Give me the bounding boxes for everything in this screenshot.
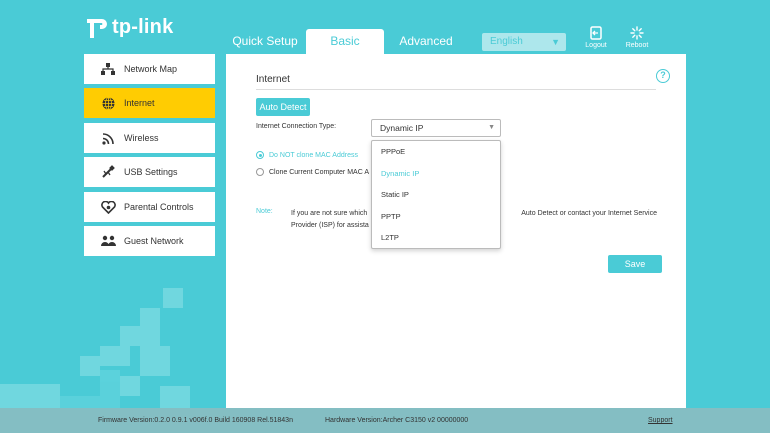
note-text-part-1: If you are not sure which [291,210,368,217]
language-select-value: English [490,36,523,47]
parental-controls-icon [100,199,116,215]
sidebar-item-label: Wireless [124,133,159,143]
sidebar-item-label: Internet [124,98,155,108]
tp-link-logo-icon [87,19,107,38]
note-text-part-3: Provider (ISP) for assista [291,222,369,229]
connection-type-value: Dynamic IP [380,123,424,133]
radio-clone-mac[interactable]: Clone Current Computer MAC A [256,168,369,176]
chevron-down-icon: ▼ [488,124,495,131]
sidebar-item-usb-settings[interactable]: USB Settings [84,157,215,187]
guest-network-icon [100,233,116,249]
tab-quick-setup[interactable]: Quick Setup [226,29,304,54]
reboot-icon [630,26,644,40]
usb-icon [100,164,116,180]
sidebar-item-label: Guest Network [124,236,184,246]
logo-text: tp-link [112,15,174,38]
sidebar-item-label: Parental Controls [124,202,194,212]
globe-icon [100,95,116,111]
help-icon[interactable]: ? [656,69,670,83]
tab-advanced[interactable]: Advanced [386,29,466,54]
connection-type-label: Internet Connection Type: [256,123,337,130]
auto-detect-button[interactable]: Auto Detect [256,98,310,116]
logout-label: Logout [585,42,607,49]
sidebar-item-parental-controls[interactable]: Parental Controls [84,192,215,222]
sidebar-item-label: Network Map [124,64,178,74]
firmware-version: Firmware Version:0.2.0 0.9.1 v006f.0 Bui… [98,417,293,424]
note-label: Note: [256,208,273,215]
radio-button-selected[interactable] [256,151,264,159]
radio-do-not-clone-mac[interactable]: Do NOT clone MAC Address [256,151,358,159]
dropdown-option-dynamic-ip[interactable]: Dynamic IP [372,163,500,185]
dropdown-option-pptp[interactable]: PPTP [372,206,500,228]
hardware-version: Hardware Version:Archer C3150 v2 0000000… [325,417,469,424]
section-title: Internet [256,74,290,85]
dropdown-option-pppoe[interactable]: PPPoE [372,141,500,163]
sidebar-item-label: USB Settings [124,167,178,177]
note-text-part-2: Auto Detect or contact your Internet Ser… [521,210,658,217]
footer: Firmware Version:0.2.0 0.9.1 v006f.0 Bui… [0,408,770,433]
connection-type-dropdown: PPPoE Dynamic IP Static IP PPTP L2TP [371,140,501,249]
language-select[interactable]: English ▼ [482,33,566,51]
sidebar-item-guest-network[interactable]: Guest Network [84,226,215,256]
dropdown-option-l2tp[interactable]: L2TP [372,227,500,249]
reboot-button[interactable]: Reboot [619,26,655,49]
network-map-icon [100,61,116,77]
radio-button[interactable] [256,168,264,176]
logout-button[interactable]: Logout [578,26,614,49]
sidebar-item-wireless[interactable]: Wireless [84,123,215,153]
chevron-down-icon: ▼ [551,37,560,47]
support-link[interactable]: Support [648,417,673,424]
save-button[interactable]: Save [608,255,662,273]
dropdown-option-static-ip[interactable]: Static IP [372,184,500,206]
connection-type-select[interactable]: Dynamic IP ▼ [371,119,501,137]
tab-basic[interactable]: Basic [306,29,384,54]
top-tabs: Quick Setup Basic Advanced [226,29,466,54]
radio-label: Do NOT clone MAC Address [269,151,358,159]
sidebar-item-internet[interactable]: Internet [84,88,215,118]
logout-icon [590,26,602,40]
reboot-label: Reboot [625,42,649,49]
tp-link-logo: tp-link [84,14,173,40]
radio-label: Clone Current Computer MAC A [269,168,369,176]
section-divider [256,89,656,90]
sidebar-item-network-map[interactable]: Network Map [84,54,215,84]
wireless-icon [100,130,116,146]
